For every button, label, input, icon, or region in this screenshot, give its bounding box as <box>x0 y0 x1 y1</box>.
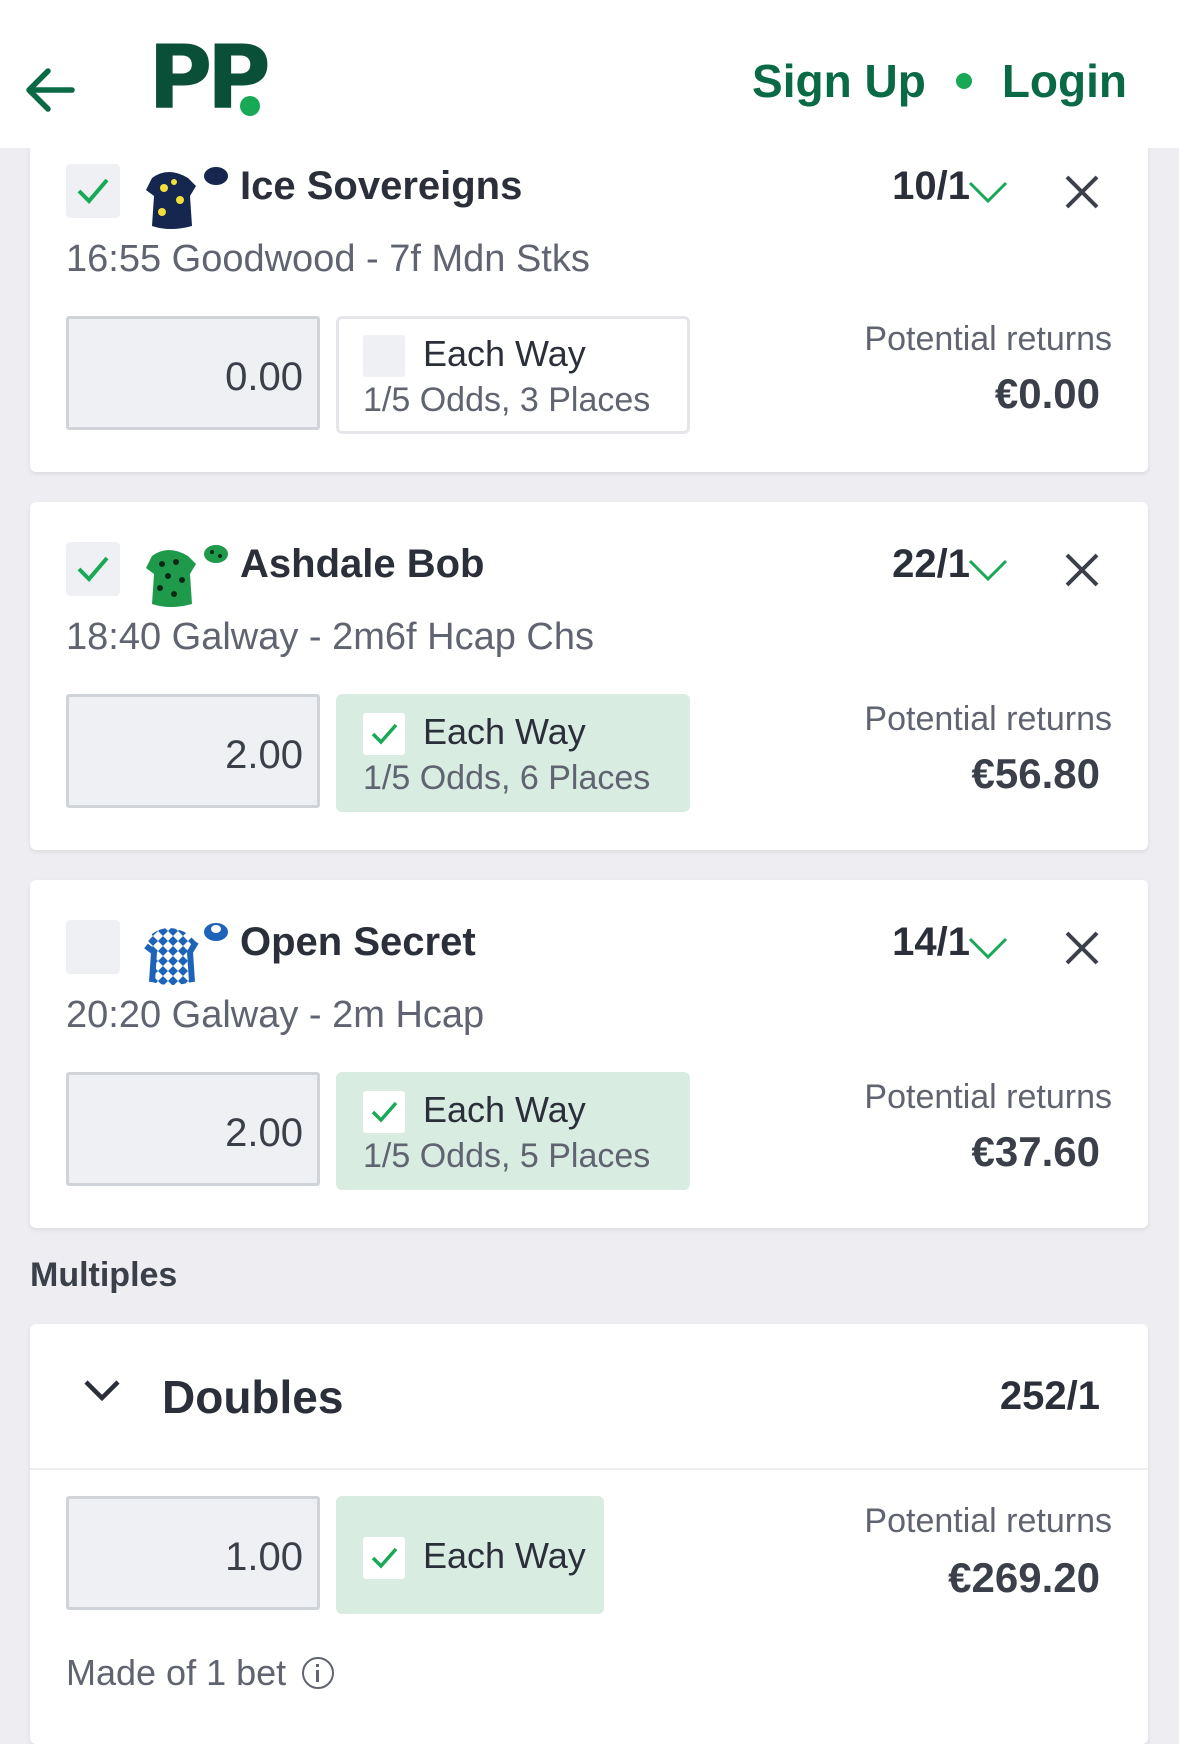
each-way-label: Each Way <box>423 1089 586 1130</box>
navy-silks-yellow-spots-icon <box>146 167 228 229</box>
potential-returns-label: Potential returns <box>864 1502 1112 1540</box>
remove-selection-button[interactable] <box>1062 928 1102 968</box>
race-info: 20:20 Galway - 2m Hcap <box>66 994 485 1036</box>
each-way-toggle[interactable]: Each Way 1/5 Odds, 6 Places <box>336 694 690 812</box>
close-icon <box>1065 931 1099 965</box>
each-way-label: Each Way <box>423 711 586 752</box>
odds-selector[interactable]: 10/1 <box>892 164 970 209</box>
doubles-odds: 252/1 <box>999 1374 1100 1418</box>
horse-name: Ashdale Bob <box>240 542 485 586</box>
green-silks-black-stars-icon <box>146 545 228 607</box>
odds-selector[interactable]: 14/1 <box>892 920 970 965</box>
login-link[interactable]: Login <box>1002 54 1127 108</box>
top-header: PP Sign Up Login <box>0 0 1179 148</box>
each-way-terms: 1/5 Odds, 6 Places <box>363 759 651 797</box>
each-way-terms: 1/5 Odds, 3 Places <box>363 381 651 419</box>
selection-checkbox[interactable] <box>66 164 120 218</box>
potential-returns-value: €0.00 <box>994 370 1100 417</box>
each-way-toggle[interactable]: Each Way 1/5 Odds, 5 Places <box>336 1072 690 1190</box>
stake-input[interactable]: 0.00 <box>66 316 320 430</box>
selection-checkbox[interactable] <box>66 542 120 596</box>
doubles-header[interactable]: Doubles 252/1 <box>30 1324 1148 1470</box>
chevron-down-icon[interactable] <box>968 936 1008 960</box>
close-icon <box>1065 553 1099 587</box>
race-info: 16:55 Goodwood - 7f Mdn Stks <box>66 238 590 280</box>
each-way-checkbox[interactable] <box>363 1537 405 1579</box>
each-way-toggle[interactable]: Each Way 1/5 Odds, 3 Places <box>336 316 690 434</box>
close-icon <box>1065 175 1099 209</box>
horse-name: Open Secret <box>240 920 476 964</box>
stake-input[interactable]: 2.00 <box>66 694 320 808</box>
made-of-text: Made of 1 bet <box>66 1652 287 1693</box>
each-way-checkbox[interactable] <box>363 335 405 377</box>
separator-dot <box>955 73 972 89</box>
each-way-checkbox[interactable] <box>363 1091 405 1133</box>
chevron-down-icon[interactable] <box>968 558 1008 582</box>
back-arrow-icon[interactable] <box>18 58 82 122</box>
sign-up-link[interactable]: Sign Up <box>752 54 926 108</box>
each-way-terms: 1/5 Odds, 5 Places <box>363 1137 651 1175</box>
remove-selection-button[interactable] <box>1062 172 1102 212</box>
checkmark-icon <box>371 723 398 745</box>
doubles-each-way-toggle[interactable]: Each Way <box>336 1496 604 1614</box>
logo-dot <box>240 96 260 116</box>
potential-returns-label: Potential returns <box>864 320 1112 358</box>
potential-returns-value: €56.80 <box>971 750 1100 797</box>
each-way-label: Each Way <box>423 1535 586 1576</box>
potential-returns-value: €37.60 <box>971 1128 1100 1175</box>
checkmark-icon <box>371 1101 398 1123</box>
selection-card: Ashdale Bob 22/1 18:40 Galway - 2m6f Hca… <box>30 502 1148 850</box>
potential-returns-label: Potential returns <box>864 700 1112 738</box>
checkmark-icon <box>371 1547 398 1569</box>
checkmark-icon <box>77 556 109 582</box>
selection-checkbox[interactable] <box>66 920 120 974</box>
doubles-stake-input[interactable]: 1.00 <box>66 1496 320 1610</box>
each-way-checkbox[interactable] <box>363 713 405 755</box>
potential-returns-label: Potential returns <box>864 1078 1112 1116</box>
info-icon[interactable] <box>302 1657 335 1689</box>
potential-returns-value: €269.20 <box>948 1554 1100 1601</box>
auth-links: Sign Up Login <box>752 54 1127 108</box>
chevron-down-icon[interactable] <box>82 1370 122 1410</box>
doubles-card: Doubles 252/1 1.00 Each Way Potential re… <box>30 1324 1148 1744</box>
doubles-title: Doubles <box>162 1371 344 1423</box>
blue-white-diamonds-silks-icon <box>144 923 228 985</box>
odds-selector[interactable]: 22/1 <box>892 542 970 587</box>
race-info: 18:40 Galway - 2m6f Hcap Chs <box>66 616 595 658</box>
each-way-label: Each Way <box>423 333 586 374</box>
stake-input[interactable]: 2.00 <box>66 1072 320 1186</box>
selection-card: Ice Sovereigns 10/1 16:55 Goodwood - 7f … <box>30 120 1148 472</box>
made-of-bets: Made of 1 bet <box>66 1652 335 1694</box>
chevron-down-icon[interactable] <box>968 180 1008 204</box>
selection-card: Open Secret 14/1 20:20 Galway - 2m Hcap … <box>30 880 1148 1228</box>
horse-name: Ice Sovereigns <box>240 164 523 208</box>
checkmark-icon <box>77 178 109 204</box>
multiples-section-title: Multiples <box>30 1256 178 1294</box>
remove-selection-button[interactable] <box>1062 550 1102 590</box>
